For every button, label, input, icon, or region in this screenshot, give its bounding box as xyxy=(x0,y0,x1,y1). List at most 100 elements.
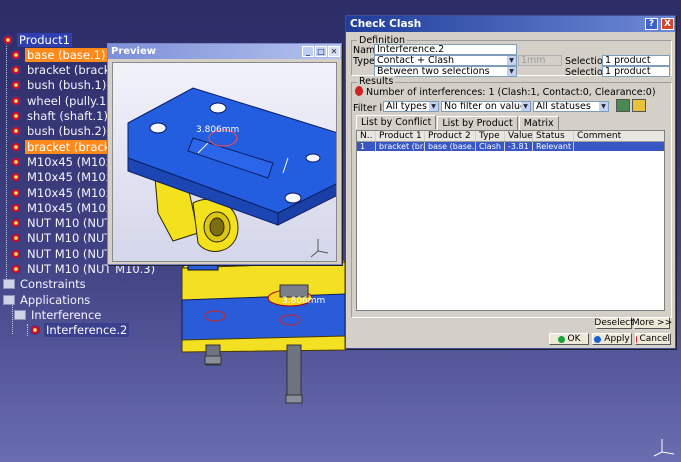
table-row[interactable]: 1 bracket (bra... base (base.1) Clash -3… xyxy=(357,142,664,151)
part-icon xyxy=(10,79,22,91)
cancel-label: Cancel xyxy=(639,334,671,344)
filter-value-select[interactable]: No filter on value ▼ xyxy=(441,101,531,112)
ok-button[interactable]: OK xyxy=(549,333,589,345)
export-icon[interactable] xyxy=(616,99,630,112)
chevron-down-icon: ▼ xyxy=(599,102,608,111)
ok-icon xyxy=(557,335,565,343)
part-icon xyxy=(10,248,22,260)
selection1-field[interactable]: 1 product xyxy=(602,55,670,66)
part-icon xyxy=(10,64,22,76)
more-button[interactable]: More >> xyxy=(632,317,672,329)
table-cell: Relevant xyxy=(533,142,574,151)
preview-3d-view[interactable]: 3.806mm xyxy=(112,62,337,262)
column-header[interactable]: Product 2 xyxy=(425,131,476,141)
filter-status-value: All statuses xyxy=(536,101,591,112)
folder-icon xyxy=(3,294,15,305)
apply-button[interactable]: Apply xyxy=(592,333,632,345)
preview-title-bar[interactable]: Preview _ □ ✕ xyxy=(108,44,341,59)
tree-item-label: Applications xyxy=(20,292,91,307)
tree-item[interactable]: Interference.2 xyxy=(29,323,130,338)
tab-list-by-conflict[interactable]: List by Conflict xyxy=(356,115,437,129)
folder-icon xyxy=(3,279,15,290)
preview-window[interactable]: Preview _ □ ✕ 3.806mm xyxy=(107,43,342,265)
part-icon xyxy=(10,263,22,275)
column-header[interactable]: N.. xyxy=(357,131,376,141)
type-select[interactable]: Contact + Clash ▼ xyxy=(374,55,517,66)
part-icon xyxy=(10,232,22,244)
tree-item[interactable]: shaft (shaft.1) xyxy=(10,109,110,124)
preview-title: Preview xyxy=(111,46,157,57)
chevron-down-icon: ▼ xyxy=(507,56,516,65)
results-summary: Number of interferences: 1 (Clash:1, Con… xyxy=(366,87,656,98)
chevron-down-icon: ▼ xyxy=(429,102,438,111)
tab-matrix[interactable]: Matrix xyxy=(518,116,559,130)
part-icon xyxy=(10,95,22,107)
tree-item-label: Product1 xyxy=(17,32,72,47)
tree-item[interactable]: wheel (pully.1) xyxy=(10,93,113,108)
main-dimension-label: 3.806mm xyxy=(282,296,326,306)
preview-part-render xyxy=(127,87,336,258)
tree-item[interactable]: Applications xyxy=(3,292,92,307)
tab-list-by-product[interactable]: List by Product xyxy=(437,116,518,130)
cancel-button[interactable]: Cancel xyxy=(635,333,671,345)
selection2-field[interactable]: 1 product xyxy=(602,66,670,77)
preview-dimension-label: 3.806mm xyxy=(196,125,240,135)
tree-item[interactable]: Constraints xyxy=(3,277,88,292)
table-cell: base (base.1) xyxy=(425,142,476,151)
tree-item-label: Interference xyxy=(31,307,102,322)
ok-label: OK xyxy=(567,334,581,344)
filter-icon[interactable] xyxy=(632,99,646,112)
maximize-icon[interactable]: □ xyxy=(315,46,327,57)
check-clash-dialog[interactable]: Check Clash ? X Definition Name: Interfe… xyxy=(345,15,676,349)
dialog-title-bar[interactable]: Check Clash ? X xyxy=(346,16,675,32)
filter-types-select[interactable]: All types ▼ xyxy=(383,101,439,112)
dialog-title: Check Clash xyxy=(350,18,422,30)
deselect-button[interactable]: Deselect xyxy=(594,317,634,329)
minimize-icon[interactable]: _ xyxy=(302,46,314,57)
clearance-field: 1mm xyxy=(518,55,562,66)
name-field[interactable]: Interference.2 xyxy=(374,44,517,55)
tree-item[interactable]: Product1 xyxy=(2,32,72,47)
part-icon xyxy=(10,156,22,168)
3d-viewport[interactable]: 3.806mm Product1 base (base.1) bracket (br… xyxy=(0,0,681,462)
tree-item[interactable]: bush (bush.2) xyxy=(10,124,108,139)
column-header[interactable]: Comment xyxy=(574,131,664,141)
tree-item[interactable]: Interference xyxy=(14,307,103,322)
tree-item-label: wheel (pully.1) xyxy=(27,93,111,108)
type-select-value: Contact + Clash xyxy=(377,55,455,66)
tree-item[interactable]: bush (bush.1) xyxy=(10,78,108,93)
part-icon xyxy=(10,141,22,153)
part-icon xyxy=(10,187,22,199)
tree-item-label: Interference.2 xyxy=(44,323,130,338)
mode-select[interactable]: Between two selections ▼ xyxy=(374,66,517,77)
compass-axis-icon xyxy=(653,439,675,457)
part-icon xyxy=(10,171,22,183)
filter-types-value: All types xyxy=(386,101,427,112)
filter-status-select[interactable]: All statuses ▼ xyxy=(533,101,609,112)
part-icon xyxy=(10,49,22,61)
part-icon xyxy=(10,217,22,229)
part-icon xyxy=(2,34,14,46)
table-header: N.. Product 1 Product 2 Type Value Statu… xyxy=(357,131,664,142)
tree-item-label: bush (bush.2) xyxy=(27,124,107,139)
filter-value-value: No filter on value xyxy=(444,101,526,112)
results-tabs: List by Conflict List by Product Matrix xyxy=(356,115,560,130)
tree-item-label: shaft (shaft.1) xyxy=(27,109,108,123)
help-icon[interactable]: ? xyxy=(645,18,658,30)
column-header[interactable]: Status xyxy=(533,131,574,141)
close-icon[interactable]: ✕ xyxy=(328,46,340,57)
column-header[interactable]: Value xyxy=(505,131,533,141)
close-icon[interactable]: X xyxy=(661,18,674,30)
column-header[interactable]: Product 1 xyxy=(376,131,425,141)
tree-item[interactable]: base (base.1) xyxy=(10,47,108,62)
tree-item-label: bush (bush.1) xyxy=(27,78,107,93)
part-icon xyxy=(10,202,22,214)
tree-item-label: base (base.1) xyxy=(25,47,108,62)
cancel-icon xyxy=(636,335,637,343)
column-header[interactable]: Type xyxy=(476,131,505,141)
conflict-table[interactable]: N.. Product 1 Product 2 Type Value Statu… xyxy=(356,130,665,311)
part-icon xyxy=(29,324,41,336)
part-icon xyxy=(10,110,22,122)
part-icon xyxy=(10,125,22,137)
apply-label: Apply xyxy=(604,334,630,344)
